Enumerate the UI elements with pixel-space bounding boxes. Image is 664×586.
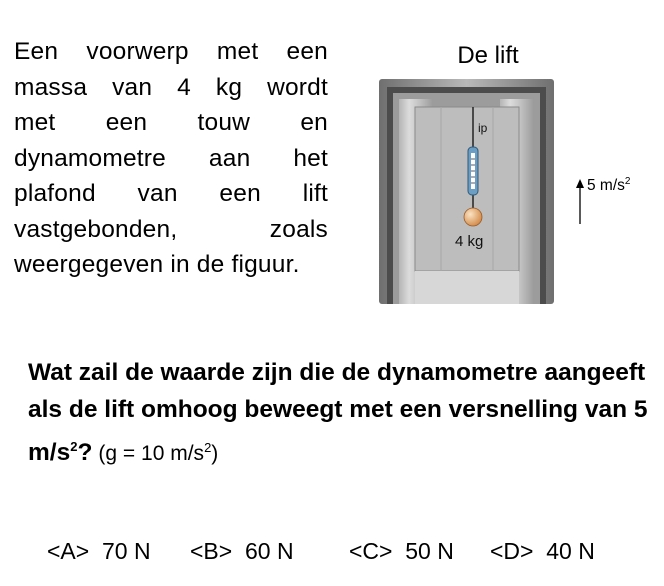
intro-paragraph: Een voorwerp met een massa van 4 kg word… (14, 34, 328, 283)
given-gravity-close: ) (211, 442, 219, 466)
given-gravity: (g = 10 m/s2) (98, 440, 219, 466)
question-text: Wat zail de waarde zijn die de dynamomet… (28, 354, 648, 472)
option-a-key: <A> (47, 538, 90, 564)
intro-line: plafond van een lift (14, 180, 328, 207)
option-a[interactable]: <A> 70 N (47, 538, 151, 565)
option-b-key: <B> (190, 538, 233, 564)
intro-line: met een touw en (14, 109, 328, 136)
option-a-value: 70 N (102, 538, 151, 564)
mass-ball (463, 207, 483, 227)
given-gravity-text: (g = 10 m/s (98, 442, 205, 466)
intro-line: dynamometre aan het (14, 144, 328, 172)
option-c-value: 50 N (405, 538, 454, 564)
option-c-key: <C> (349, 538, 393, 564)
mass-label: 4 kg (455, 233, 483, 250)
option-b[interactable]: <B> 60 N (190, 538, 294, 565)
acceleration-label: 5 m/s2 (587, 176, 630, 195)
option-c[interactable]: <C> 50 N (349, 538, 454, 565)
option-d-value: 40 N (546, 538, 595, 564)
option-b-value: 60 N (245, 538, 294, 564)
option-d[interactable]: <D> 40 N (490, 538, 595, 565)
intro-line: weergegeven in de figuur. (14, 251, 300, 278)
option-d-key: <D> (490, 538, 534, 564)
elevator-illustration: ip 4 kg (379, 79, 554, 304)
intro-line: vastgebonden, zoals (14, 215, 328, 243)
acceleration-value: 5 m/s (587, 177, 625, 195)
question-mark: ? (77, 439, 93, 467)
intro-line: massa van 4 kg wordt (14, 73, 328, 101)
intro-line: Een voorwerp met een (14, 38, 328, 65)
dynamometer-icon (467, 146, 479, 196)
figure-title: De lift (457, 42, 519, 69)
rope-label: ip (478, 121, 488, 135)
acceleration-exponent: 2 (624, 176, 631, 187)
